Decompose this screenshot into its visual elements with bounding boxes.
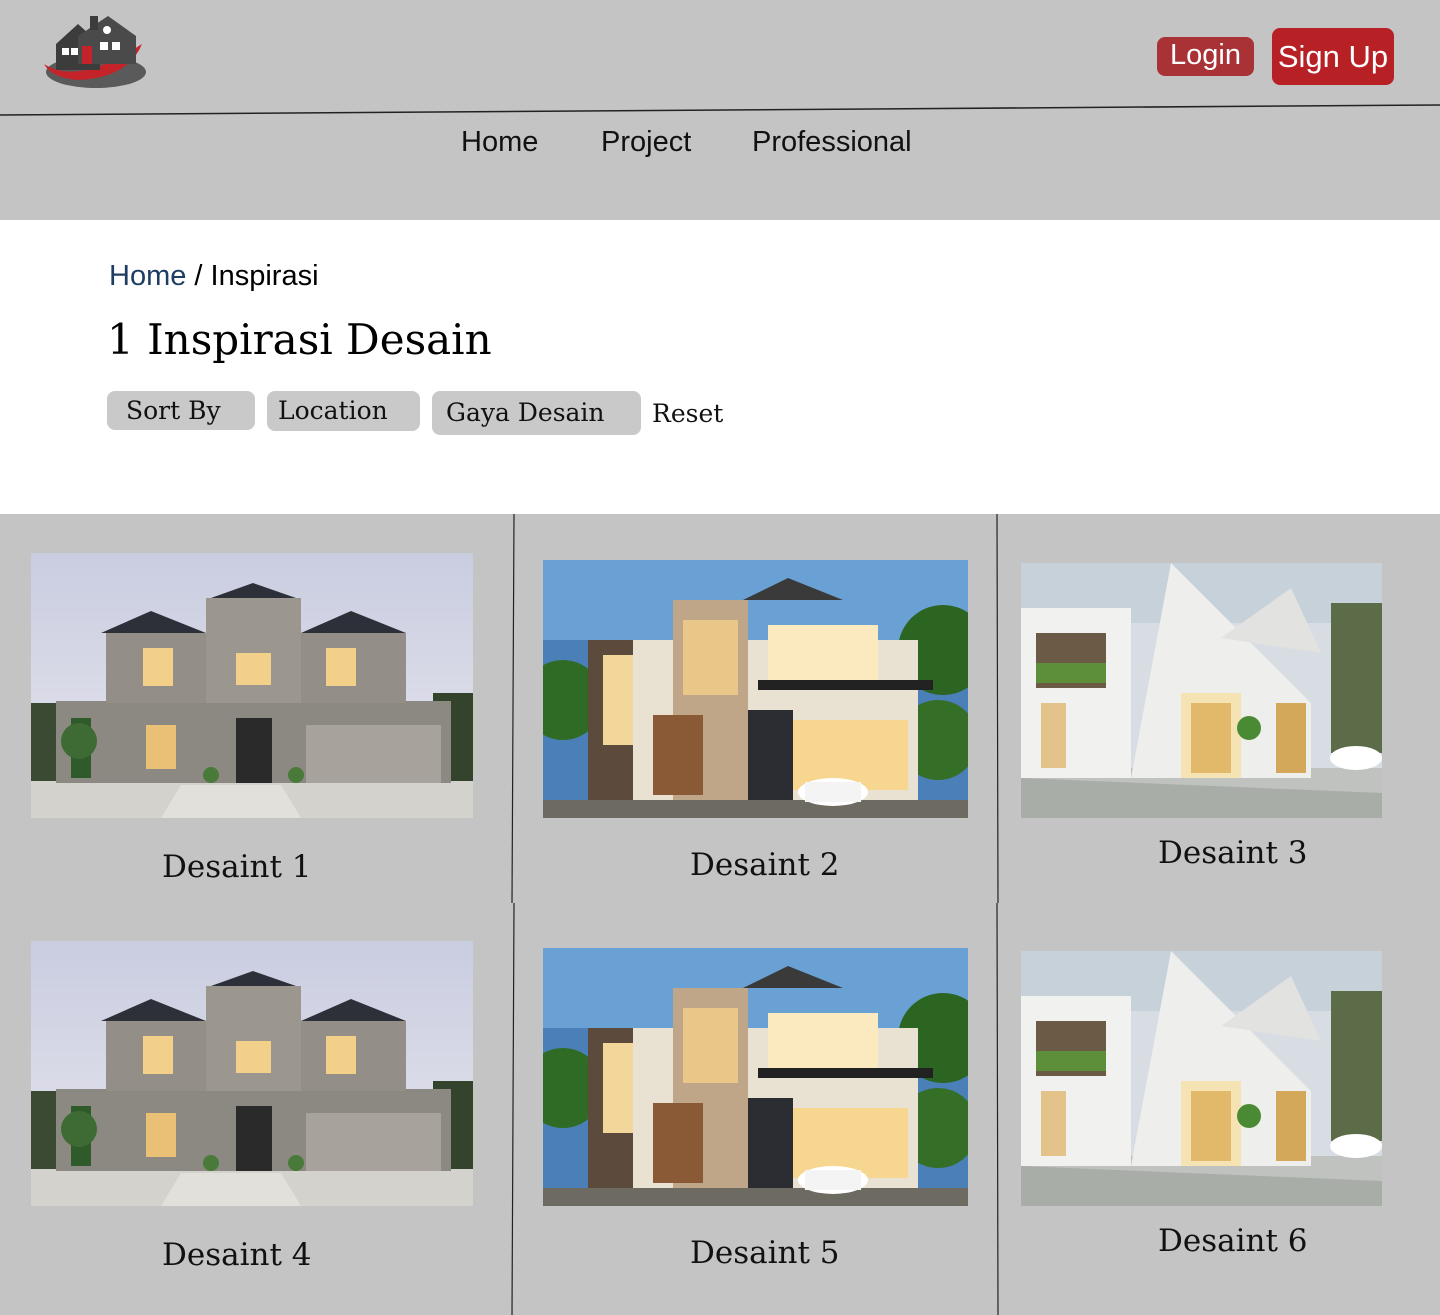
nav-professional-link[interactable]: Professional bbox=[752, 124, 912, 160]
design-label[interactable]: Desaint 4 bbox=[162, 1235, 312, 1275]
design-label[interactable]: Desaint 2 bbox=[690, 845, 840, 885]
design-label[interactable]: Desaint 6 bbox=[1158, 1221, 1308, 1261]
design-label[interactable]: Desaint 5 bbox=[690, 1233, 840, 1273]
login-button[interactable]: Login bbox=[1157, 37, 1254, 76]
design-thumbnail[interactable] bbox=[1021, 563, 1382, 818]
design-thumbnail[interactable] bbox=[1021, 951, 1382, 1206]
design-label[interactable]: Desaint 1 bbox=[162, 847, 312, 887]
design-thumbnail[interactable] bbox=[31, 941, 473, 1206]
design-thumbnail[interactable] bbox=[543, 948, 968, 1206]
breadcrumb-home-link[interactable]: Home bbox=[109, 260, 186, 292]
sort-by-filter[interactable]: Sort By bbox=[107, 391, 255, 430]
nav-project-link[interactable]: Project bbox=[601, 124, 691, 160]
signup-button[interactable]: Sign Up bbox=[1272, 28, 1394, 85]
location-filter[interactable]: Location bbox=[267, 391, 420, 431]
nav-home-link[interactable]: Home bbox=[461, 124, 538, 160]
main-nav: Home Project Professional bbox=[0, 124, 1440, 164]
design-thumbnail[interactable] bbox=[543, 560, 968, 818]
design-thumbnail[interactable] bbox=[31, 553, 473, 818]
breadcrumb-current: Inspirasi bbox=[210, 260, 319, 292]
reset-filter-link[interactable]: Reset bbox=[652, 396, 723, 432]
page-title: 1 Inspirasi Desain bbox=[107, 315, 492, 364]
breadcrumb: Home / Inspirasi bbox=[109, 258, 319, 294]
breadcrumb-separator: / bbox=[186, 260, 211, 292]
house-logo-icon[interactable] bbox=[38, 14, 150, 94]
design-label[interactable]: Desaint 3 bbox=[1158, 833, 1308, 873]
site-header: Login Sign Up Home Project Professional bbox=[0, 0, 1440, 220]
gaya-desain-filter[interactable]: Gaya Desain bbox=[432, 391, 641, 435]
header-divider bbox=[0, 104, 1440, 116]
